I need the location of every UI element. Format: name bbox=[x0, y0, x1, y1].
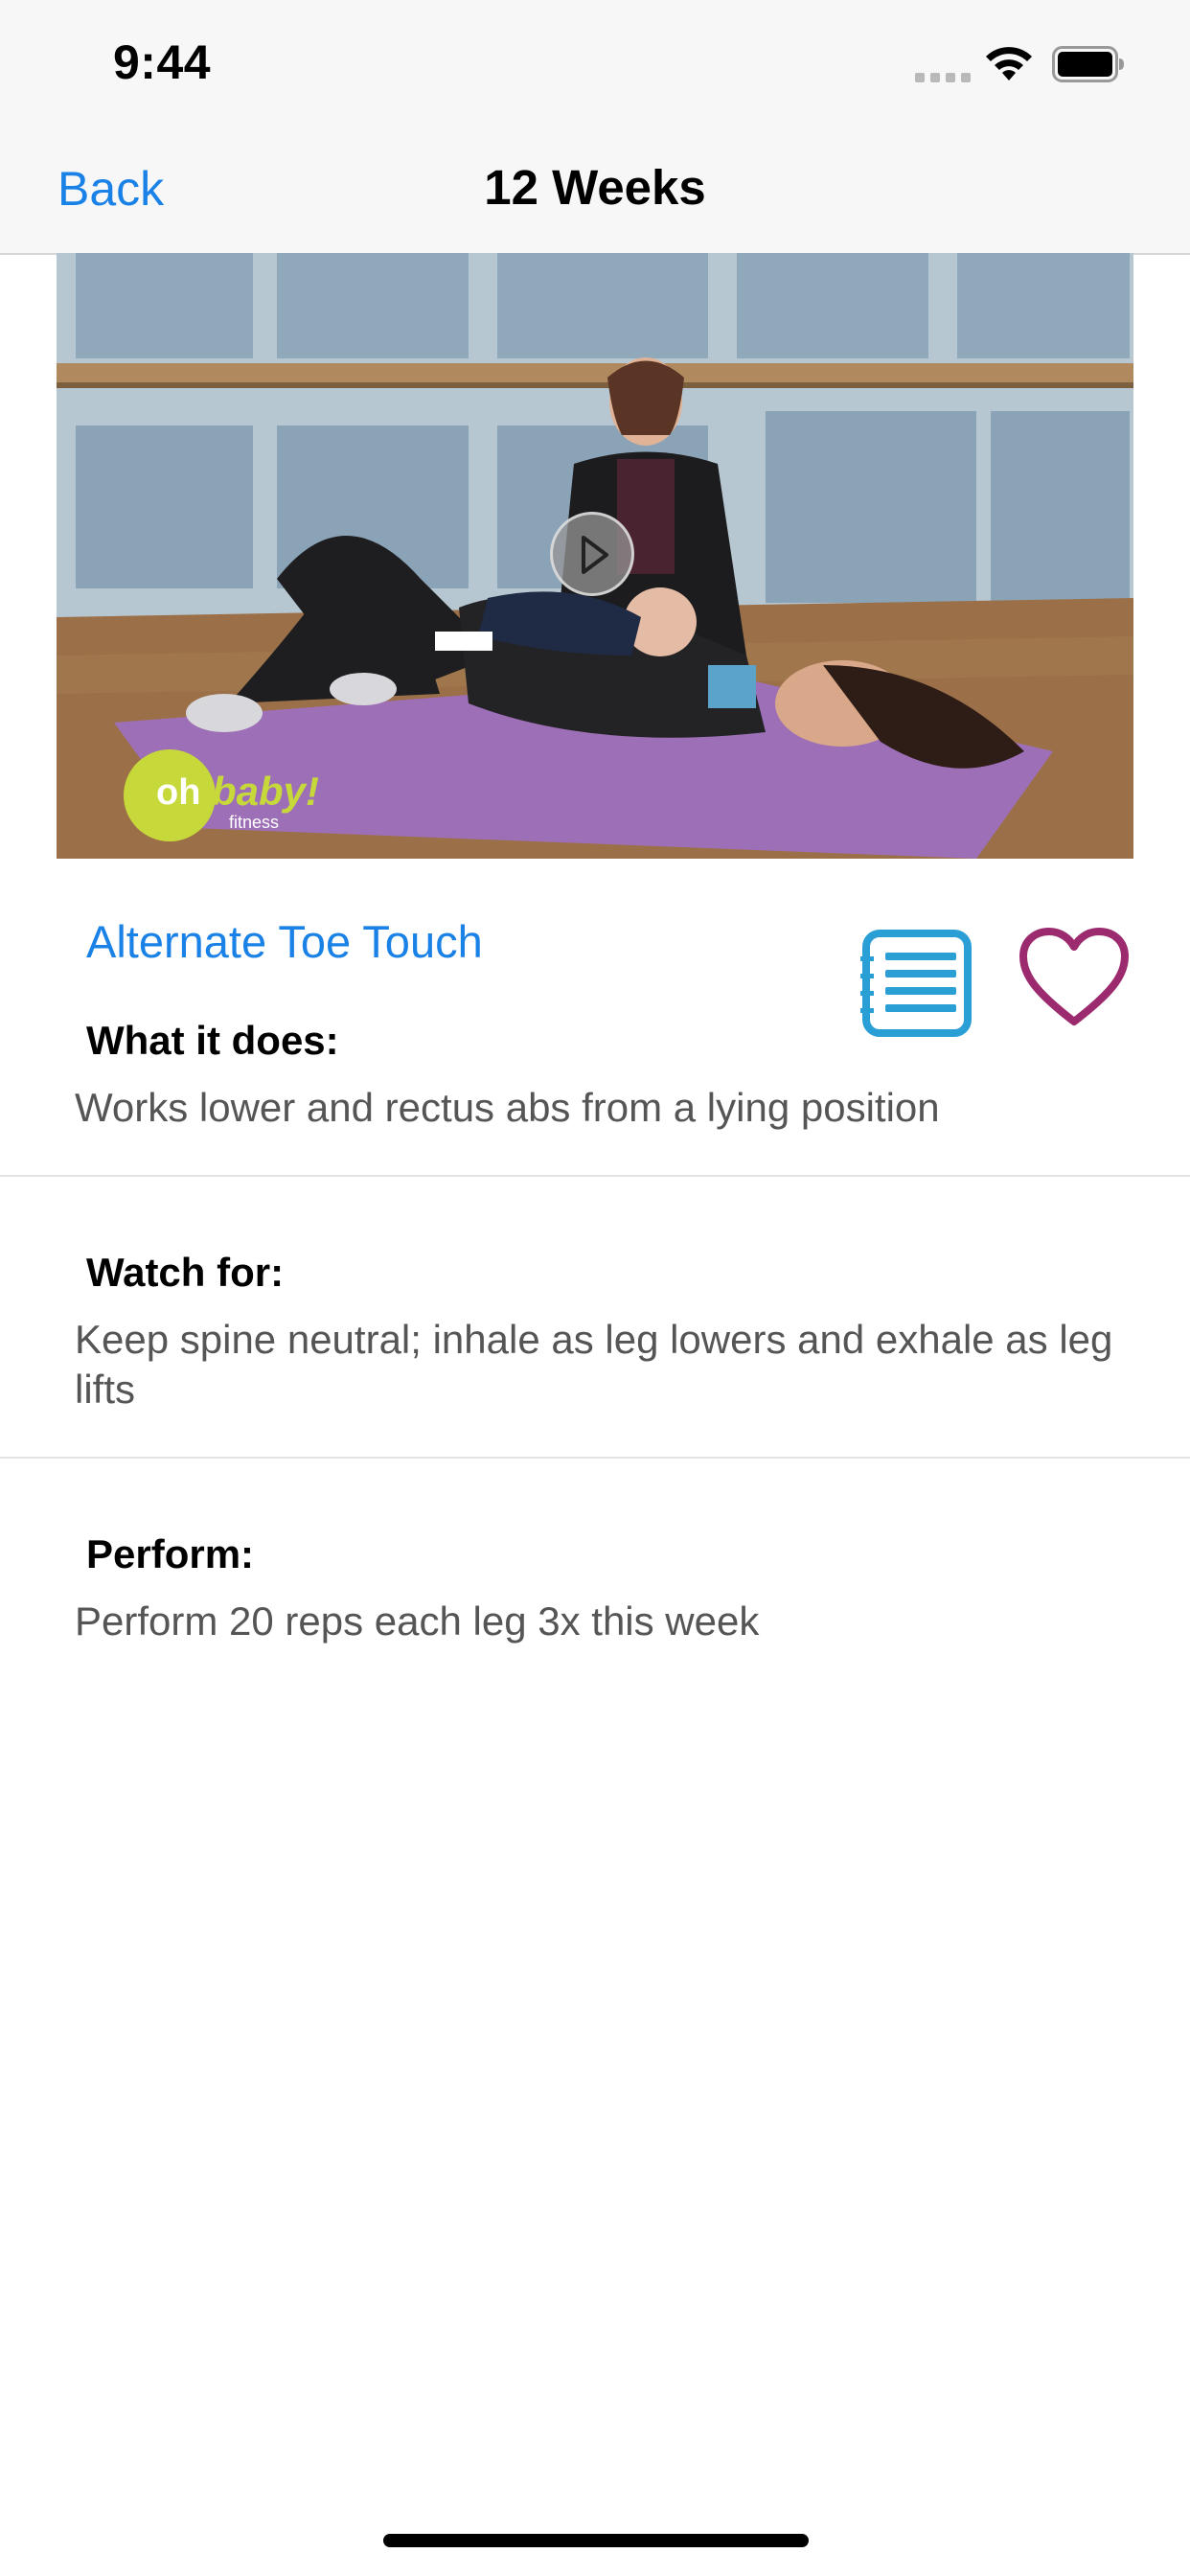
exercise-name-link[interactable]: Alternate Toe Touch bbox=[86, 915, 483, 968]
navigation-bar: 9:44 Back 12 Weeks bbox=[0, 0, 1190, 255]
divider bbox=[0, 1175, 1190, 1177]
home-indicator[interactable] bbox=[383, 2534, 809, 2547]
play-icon bbox=[582, 536, 608, 574]
what-it-does-label: What it does: bbox=[86, 1018, 339, 1063]
exercise-detail-screen: 9:44 Back 12 Weeks oh baby! fitness Alte… bbox=[0, 0, 1190, 2576]
divider bbox=[0, 1457, 1190, 1459]
back-button[interactable]: Back bbox=[57, 161, 164, 217]
page-title: 12 Weeks bbox=[484, 160, 706, 215]
notes-list-icon[interactable] bbox=[860, 928, 973, 1039]
play-button[interactable] bbox=[550, 512, 634, 596]
perform-label: Perform: bbox=[86, 1531, 255, 1576]
perform-text: Perform 20 reps each leg 3x this week bbox=[75, 1598, 760, 1644]
cellular-signal-icon bbox=[915, 73, 973, 82]
wifi-icon bbox=[983, 44, 1035, 82]
what-it-does-text: Works lower and rectus abs from a lying … bbox=[75, 1085, 940, 1130]
watch-for-label: Watch for: bbox=[86, 1250, 285, 1295]
favorite-heart-icon[interactable] bbox=[1018, 926, 1131, 1031]
battery-icon bbox=[1052, 46, 1125, 82]
exercise-video[interactable]: oh baby! fitness bbox=[57, 253, 1133, 859]
status-time: 9:44 bbox=[113, 35, 212, 89]
watch-for-text: Keep spine neutral; inhale as leg lowers… bbox=[75, 1317, 1113, 1412]
